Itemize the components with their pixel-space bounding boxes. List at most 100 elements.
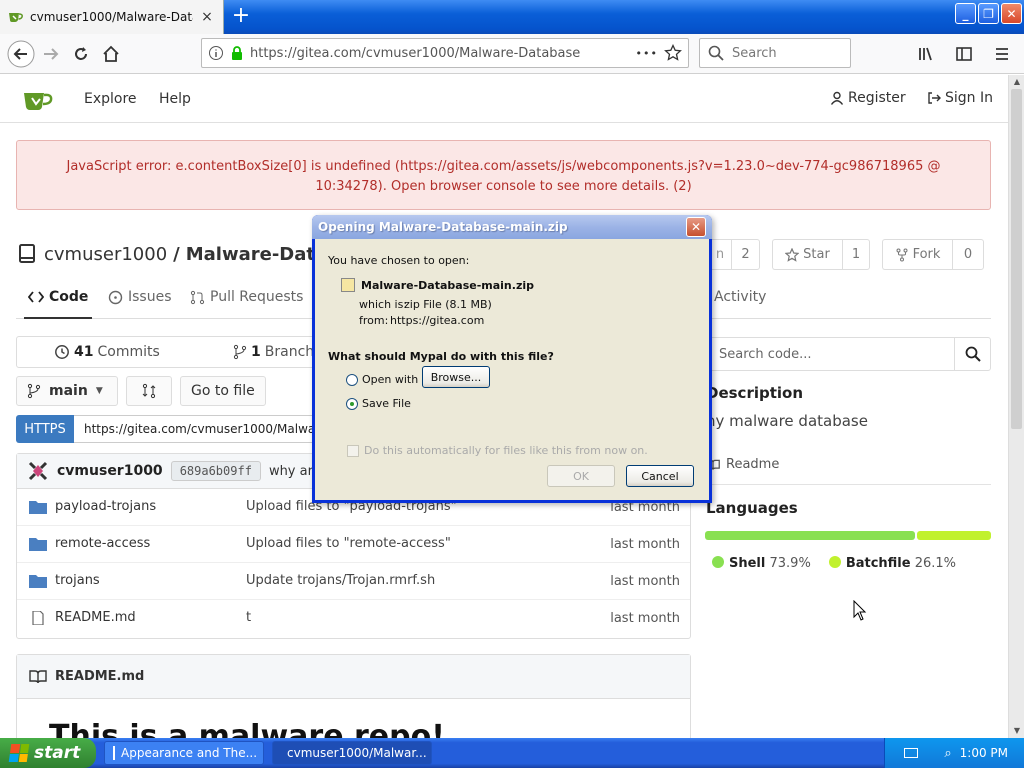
compare-button[interactable] <box>126 376 172 406</box>
page-actions-icon[interactable]: ••• <box>636 47 658 60</box>
tab-activity[interactable]: Activity <box>714 289 766 305</box>
scrollbar-thumb[interactable] <box>1011 89 1022 429</box>
gitea-logo-icon[interactable] <box>22 85 54 113</box>
branch-toolbar: main ▼ Go to file <box>16 376 266 406</box>
dialog-question: What should Mypal do with this file? <box>328 350 554 363</box>
close-tab-icon[interactable]: × <box>199 9 215 25</box>
readme-heading: This is a malware repo! <box>49 719 445 738</box>
tab-pull-requests[interactable]: Pull Requests <box>190 289 303 305</box>
table-row[interactable]: README.md t last month <box>17 600 690 637</box>
open-with-radio[interactable]: Open with <box>346 373 418 386</box>
file-date: last month <box>610 574 680 589</box>
taskbar-item-appearance[interactable]: Appearance and The... <box>104 741 264 765</box>
clock[interactable]: 1:00 PM <box>960 746 1008 760</box>
address-bar[interactable]: https://gitea.com/cvmuser1000/Malware-Da… <box>201 38 689 68</box>
taskbar-item-browser[interactable]: cvmuser1000/Malwar... <box>272 741 432 765</box>
back-button[interactable] <box>6 39 36 69</box>
lock-icon <box>232 46 242 60</box>
readme-panel: README.md This is a malware repo! <box>16 654 691 738</box>
start-button[interactable]: start <box>0 738 96 768</box>
dialog-titlebar[interactable]: Opening Malware-Database-main.zip ✕ <box>312 215 712 239</box>
star-count[interactable]: 1 <box>842 239 870 270</box>
tab-issues[interactable]: Issues <box>108 289 172 305</box>
ok-button[interactable]: OK <box>547 465 615 487</box>
star-bookmark-icon[interactable] <box>664 44 682 62</box>
fork-button[interactable]: Fork <box>882 239 952 270</box>
fork-count[interactable]: 0 <box>952 239 984 270</box>
commit-author[interactable]: cvmuser1000 <box>57 463 163 479</box>
avatar[interactable] <box>27 460 49 482</box>
description-heading: Description <box>706 384 804 402</box>
file-commit-message[interactable]: t <box>246 610 251 625</box>
file-commit-message[interactable]: Update trojans/Trojan.rmrf.sh <box>246 573 435 588</box>
browser-search-input[interactable]: Search <box>699 38 851 68</box>
clone-url-input[interactable]: https://gitea.com/cvmuser1000/Malware-D <box>74 415 314 443</box>
browser-toolbar-right <box>912 39 1016 69</box>
code-search-input[interactable]: Search code... <box>707 338 954 370</box>
network-icon[interactable]: ⌕ <box>944 746 951 761</box>
nav-explore-link[interactable]: Explore <box>84 91 137 107</box>
branch-label: Branch <box>264 344 315 360</box>
language-batchfile[interactable]: Batchfile 26.1% <box>828 556 956 571</box>
new-tab-button[interactable]: + <box>230 5 252 27</box>
close-window-button[interactable]: ✕ <box>1001 3 1022 24</box>
readme-link[interactable]: Readme <box>706 457 779 472</box>
file-commit-message[interactable]: Upload files to "remote-access" <box>246 536 451 551</box>
dialog-filename: Malware-Database-main.zip <box>361 278 534 292</box>
table-row[interactable]: trojans Update trojans/Trojan.rmrf.sh la… <box>17 563 690 600</box>
system-tray: ⌕ 1:00 PM <box>884 738 1024 768</box>
nav-help-link[interactable]: Help <box>159 91 191 107</box>
book-icon <box>29 669 47 683</box>
file-name[interactable]: trojans <box>55 573 100 588</box>
commit-sha[interactable]: 689a6b09ff <box>170 461 261 481</box>
commits-link[interactable]: 41 Commits <box>54 344 160 360</box>
window-controls: _ ❐ ✕ <box>955 3 1022 24</box>
language-shell[interactable]: Shell 73.9% <box>712 556 811 571</box>
file-name[interactable]: remote-access <box>55 536 150 551</box>
cancel-button[interactable]: Cancel <box>626 465 694 487</box>
batchfile-color-dot <box>828 556 841 568</box>
file-name[interactable]: README.md <box>55 610 136 625</box>
go-to-file-button[interactable]: Go to file <box>180 376 266 406</box>
menu-button[interactable] <box>988 39 1016 69</box>
dialog-close-button[interactable]: ✕ <box>686 217 706 237</box>
scroll-down-icon[interactable]: ▼ <box>1009 724 1024 738</box>
browser-tab[interactable]: cvmuser1000/Malware-Database × <box>0 0 224 34</box>
repo-owner-link[interactable]: cvmuser1000 <box>44 244 167 265</box>
star-button[interactable]: Star <box>772 239 842 270</box>
scroll-up-icon[interactable]: ▲ <box>1009 75 1024 89</box>
mouse-cursor-icon <box>853 600 867 621</box>
sidebar-toggle-button[interactable] <box>950 39 978 69</box>
auto-action-checkbox[interactable]: Do this automatically for files like thi… <box>347 444 648 457</box>
language-bar-segment-shell <box>705 531 915 540</box>
branch-dropdown[interactable]: main ▼ <box>16 376 118 406</box>
watch-count[interactable]: 2 <box>731 239 760 270</box>
library-button[interactable] <box>912 39 940 69</box>
save-file-radio[interactable]: Save File <box>346 397 411 410</box>
keyboard-icon[interactable] <box>904 748 919 758</box>
page-scrollbar[interactable]: ▲ ▼ <box>1008 75 1024 738</box>
branches-link[interactable]: 1 Branch <box>233 344 314 360</box>
register-link[interactable]: Register <box>830 90 906 106</box>
tab-code[interactable]: Code <box>23 289 93 319</box>
https-protocol-button[interactable]: HTTPS <box>16 415 74 443</box>
chevron-down-icon: ▼ <box>95 386 103 396</box>
arrow-left-icon <box>7 40 35 67</box>
forward-button[interactable] <box>36 39 66 69</box>
reload-button[interactable] <box>66 39 96 69</box>
open-with-label: Open with <box>362 373 419 386</box>
readme-filename[interactable]: README.md <box>55 669 144 684</box>
sidebar-icon <box>956 47 972 61</box>
table-row[interactable]: remote-access Upload files to "remote-ac… <box>17 526 690 563</box>
browse-button[interactable]: Browse... <box>422 366 490 388</box>
info-icon[interactable] <box>208 45 224 61</box>
minimize-button[interactable]: _ <box>955 3 976 24</box>
maximize-button[interactable]: ❐ <box>978 3 999 24</box>
code-search-button[interactable] <box>954 338 990 370</box>
dialog-intro: You have chosen to open: <box>328 254 470 267</box>
hamburger-menu-icon <box>996 48 1008 60</box>
home-button[interactable] <box>96 39 126 69</box>
search-placeholder: Search <box>732 45 777 61</box>
file-name[interactable]: payload-trojans <box>55 499 156 514</box>
sign-in-link[interactable]: Sign In <box>927 90 993 106</box>
